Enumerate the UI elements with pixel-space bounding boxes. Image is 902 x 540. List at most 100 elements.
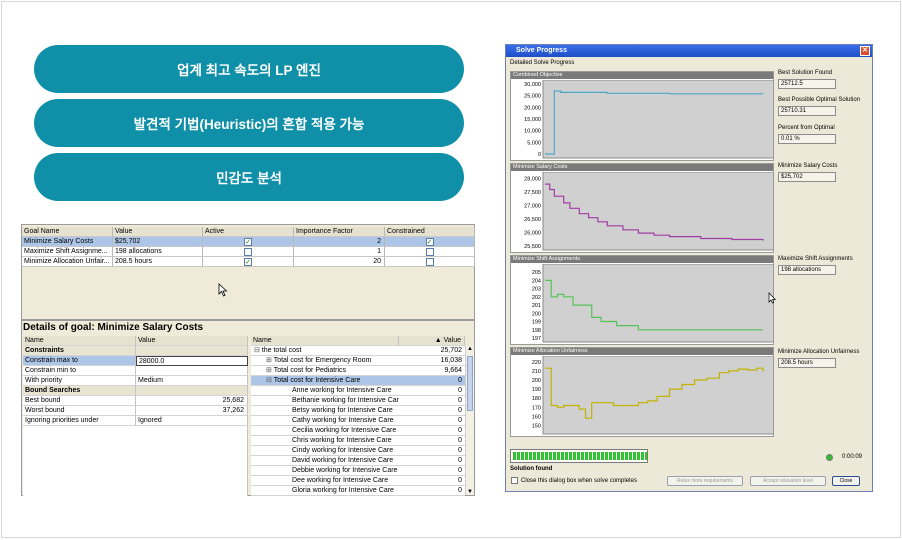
tree-row[interactable]: ⊞ Total cost for Emergency Room 16,038 xyxy=(251,356,465,366)
constrained-checkbox[interactable]: ✓ xyxy=(425,238,434,246)
y-tick-label: 160 xyxy=(532,414,541,420)
col-value-sorted[interactable]: ▲ Value xyxy=(399,336,465,346)
collapse-icon[interactable]: ⊟ xyxy=(254,347,262,354)
tree-row[interactable]: Debbie working for Intensive Care 0 xyxy=(251,466,465,476)
window-close-icon[interactable]: ✕ xyxy=(860,46,870,56)
progress-bar xyxy=(510,449,648,463)
constraint-row[interactable]: Constrain max to 28000.0 xyxy=(23,356,248,366)
window-titlebar[interactable]: Solve Progress ✕ xyxy=(506,45,872,57)
col-value[interactable]: Value xyxy=(113,227,203,237)
y-tick-label: 5,000 xyxy=(527,140,541,146)
tree-row[interactable]: ⊞ Total cost for Pediatrics 9,664 xyxy=(251,366,465,376)
active-checkbox[interactable] xyxy=(244,248,252,256)
expand-icon[interactable]: ⊞ xyxy=(266,357,274,364)
col-active[interactable]: Active xyxy=(203,227,294,237)
side-value-box: 25710.31 xyxy=(778,106,836,116)
y-tick-label: 170 xyxy=(532,405,541,411)
tree-header-row: Name ▲ Value xyxy=(251,336,465,346)
goal-active-cell: ✓ xyxy=(203,237,294,247)
tree-node-label: the total cost xyxy=(261,347,302,354)
tree-node-value: 0 xyxy=(399,426,465,436)
side-value-box: 0.01 % xyxy=(778,134,836,144)
tree-row[interactable]: Cindy working for Intensive Care 0 xyxy=(251,446,465,456)
col-name[interactable]: Name xyxy=(251,336,399,346)
close-button[interactable]: Close xyxy=(832,476,860,486)
constraint-row[interactable]: Best bound 25,682 xyxy=(23,396,248,406)
tree-node-label: Cecilia working for Intensive Care xyxy=(292,427,397,434)
tree-row[interactable]: Dee working for Intensive Care 0 xyxy=(251,476,465,486)
constraint-value xyxy=(136,366,248,376)
col-importance[interactable]: Importance Factor xyxy=(294,227,385,237)
goal-row[interactable]: Minimize Salary Costs $25,702 ✓ 2 ✓ xyxy=(22,237,475,247)
progress-fill xyxy=(513,452,647,460)
active-checkbox[interactable]: ✓ xyxy=(244,258,252,266)
chart-title: Minimize Allocation Unfairness xyxy=(511,348,773,355)
y-tick-label: 180 xyxy=(532,396,541,402)
close-on-complete-checkbox[interactable] xyxy=(511,477,518,484)
tree-node-label: Chris working for Intensive Care xyxy=(292,437,392,444)
tree-node: Anne working for Intensive Care xyxy=(251,386,399,396)
constrained-checkbox[interactable] xyxy=(425,248,434,256)
col-value[interactable]: Value xyxy=(136,336,248,346)
goal-name-cell: Minimize Salary Costs xyxy=(22,237,113,247)
tree-scrollbar[interactable]: ▲ ▼ xyxy=(465,346,474,495)
mouse-cursor-icon xyxy=(218,283,228,297)
y-tick-label: 25,500 xyxy=(524,244,541,250)
goal-row[interactable]: Maximize Shift Assignme... 198 allocation… xyxy=(22,247,475,257)
tree-node-value: 9,664 xyxy=(399,366,465,376)
chart-3: Minimize Allocation Unfairness 220 210 200 1… xyxy=(510,347,774,437)
accept-relaxation-button[interactable]: Accept relaxation level xyxy=(750,476,826,486)
goal-row[interactable]: Minimize Allocation Unfair... 208.5 hours… xyxy=(22,257,475,267)
scroll-up-icon[interactable]: ▲ xyxy=(467,346,473,352)
y-tick-label: 27,000 xyxy=(524,204,541,210)
tree-node: Betsy working for Intensive Care xyxy=(251,406,399,416)
tree-node-label: Total cost for Emergency Room xyxy=(273,357,372,364)
goal-constrained-cell: ✓ xyxy=(385,237,475,247)
relax-requirements-button[interactable]: Relax more requirements xyxy=(667,476,743,486)
goal-value-cell: 198 allocations xyxy=(113,247,203,257)
constraint-row[interactable]: Constrain min to xyxy=(23,366,248,376)
col-name[interactable]: Name xyxy=(23,336,136,346)
col-constrained[interactable]: Constrained xyxy=(385,227,475,237)
tree-row[interactable]: ⊟ Total cost for Intensive Care 0 xyxy=(251,376,465,386)
tree-row[interactable]: ⊟ the total cost 25,702 xyxy=(251,346,465,356)
tree-node: David working for Intensive Care xyxy=(251,456,399,466)
importance-cell[interactable]: 20 xyxy=(294,257,385,267)
tree-row[interactable]: David working for Intensive Care 0 xyxy=(251,456,465,466)
tree-node: Chris working for Intensive Care xyxy=(251,436,399,446)
importance-cell[interactable]: 1 xyxy=(294,247,385,257)
tree-row[interactable]: Chris working for Intensive Care 0 xyxy=(251,436,465,446)
constraint-row[interactable]: Bound Searches xyxy=(23,386,248,396)
constraint-name: With priority xyxy=(23,376,136,386)
tree-row[interactable]: Anne working for Intensive Care 0 xyxy=(251,386,465,396)
importance-cell[interactable]: 2 xyxy=(294,237,385,247)
scroll-down-icon[interactable]: ▼ xyxy=(467,489,473,495)
constraint-row[interactable]: Worst bound 37,262 xyxy=(23,406,248,416)
tree-node-value: 25,702 xyxy=(399,346,465,356)
mouse-cursor-icon xyxy=(768,292,776,304)
active-checkbox[interactable]: ✓ xyxy=(244,238,252,246)
constraint-row[interactable]: With priority Medium xyxy=(23,376,248,386)
tree-row[interactable]: Gloria working for Intensive Care 0 xyxy=(251,486,465,496)
constraint-row[interactable]: Constraints xyxy=(23,346,248,356)
tree-node-value: 0 xyxy=(399,466,465,476)
constraint-row[interactable]: Ignoring priorities under Ignored xyxy=(23,416,248,426)
tree-row[interactable]: Betsy working for Intensive Care 0 xyxy=(251,406,465,416)
constrained-checkbox[interactable] xyxy=(425,258,434,266)
tree-node: Cecilia working for Intensive Care xyxy=(251,426,399,436)
col-goal-name[interactable]: Goal Name xyxy=(22,227,113,237)
tree-row[interactable]: Cecilia working for Intensive Care 0 xyxy=(251,426,465,436)
side-value-box: 198 allocations xyxy=(778,265,836,275)
tree-row[interactable]: Bethanie working for Intensive Care 0 xyxy=(251,396,465,406)
constraint-name: Constrain min to xyxy=(23,366,136,376)
constrain-max-input[interactable]: 28000.0 xyxy=(136,356,248,366)
window-title: Solve Progress xyxy=(516,47,567,54)
expand-icon[interactable]: ⊞ xyxy=(266,367,274,374)
y-tick-label: 20,000 xyxy=(524,105,541,111)
collapse-icon[interactable]: ⊟ xyxy=(266,377,274,384)
scrollbar-thumb[interactable] xyxy=(467,356,473,411)
tree-row[interactable]: Cathy working for Intensive Care 0 xyxy=(251,416,465,426)
constraint-name: Constraints xyxy=(23,346,136,356)
tree-node-label: David working for Intensive Care xyxy=(292,457,394,464)
tree-node: Bethanie working for Intensive Care xyxy=(251,396,399,406)
